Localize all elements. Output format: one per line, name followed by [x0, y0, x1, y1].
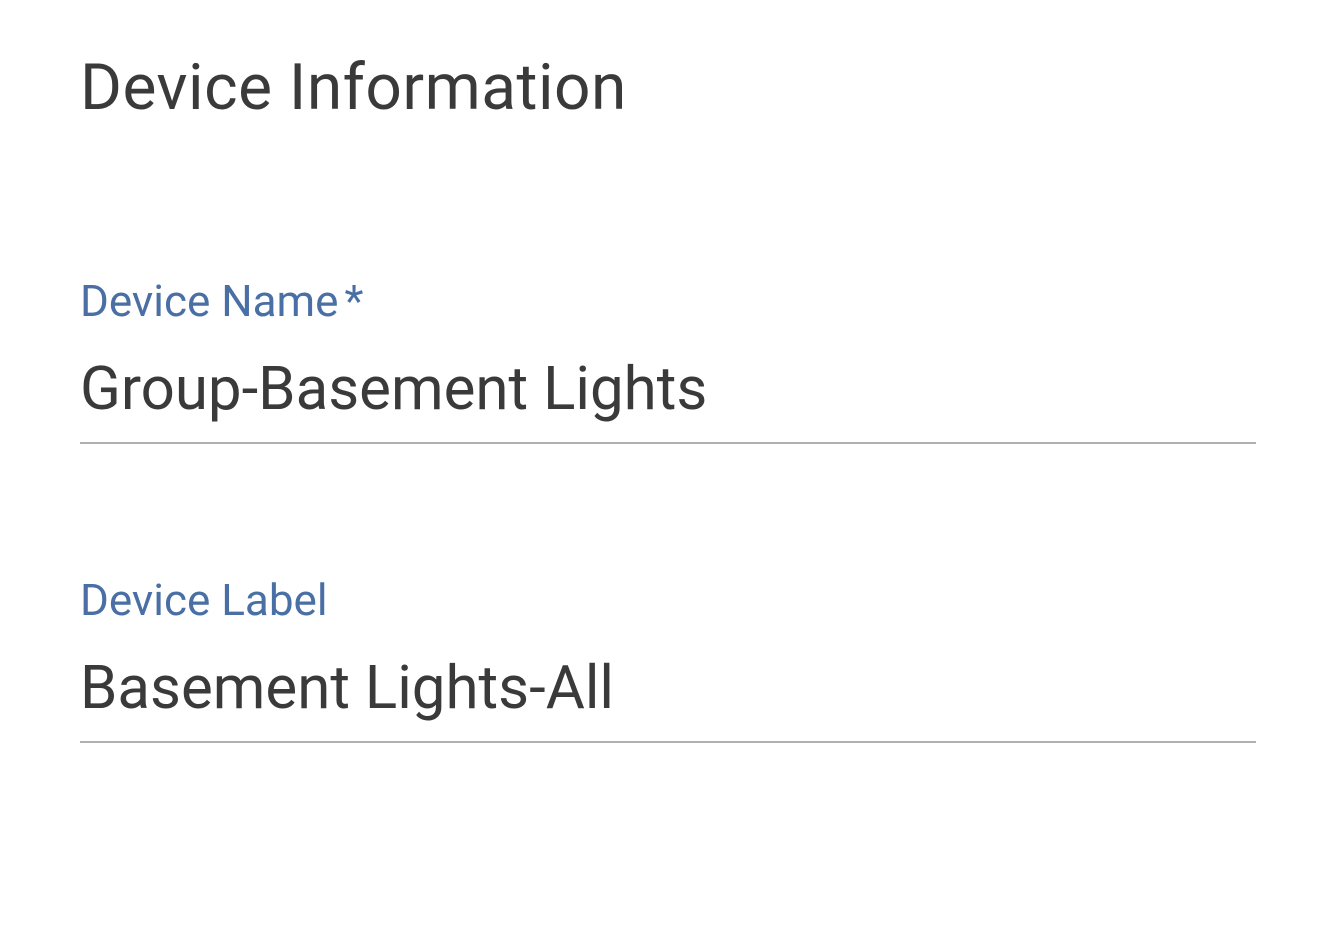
- device-label-input[interactable]: [80, 644, 1256, 743]
- device-label-label: Device Label: [80, 574, 1256, 626]
- required-asterisk-icon: *: [344, 275, 363, 327]
- device-name-label: Device Name*: [80, 275, 1256, 327]
- device-name-label-text: Device Name: [80, 275, 338, 327]
- device-name-field: Device Name*: [80, 275, 1256, 444]
- device-name-input[interactable]: [80, 345, 1256, 444]
- device-label-field: Device Label: [80, 574, 1256, 743]
- section-title: Device Information: [80, 50, 1256, 125]
